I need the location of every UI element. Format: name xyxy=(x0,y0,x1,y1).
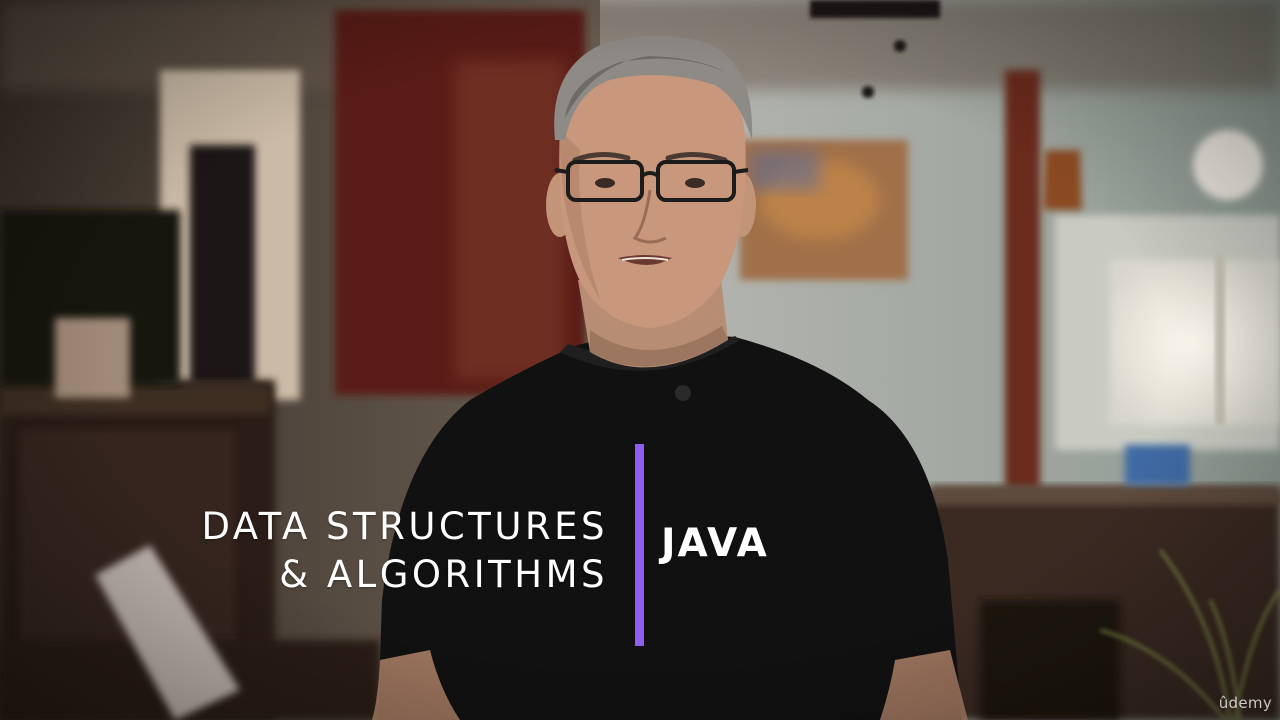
udemy-watermark: ûdemy xyxy=(1218,694,1272,712)
video-frame: DATA STRUCTURES & ALGORITHMS JAVA ûdemy xyxy=(0,0,1280,720)
background-scene xyxy=(0,0,1280,720)
